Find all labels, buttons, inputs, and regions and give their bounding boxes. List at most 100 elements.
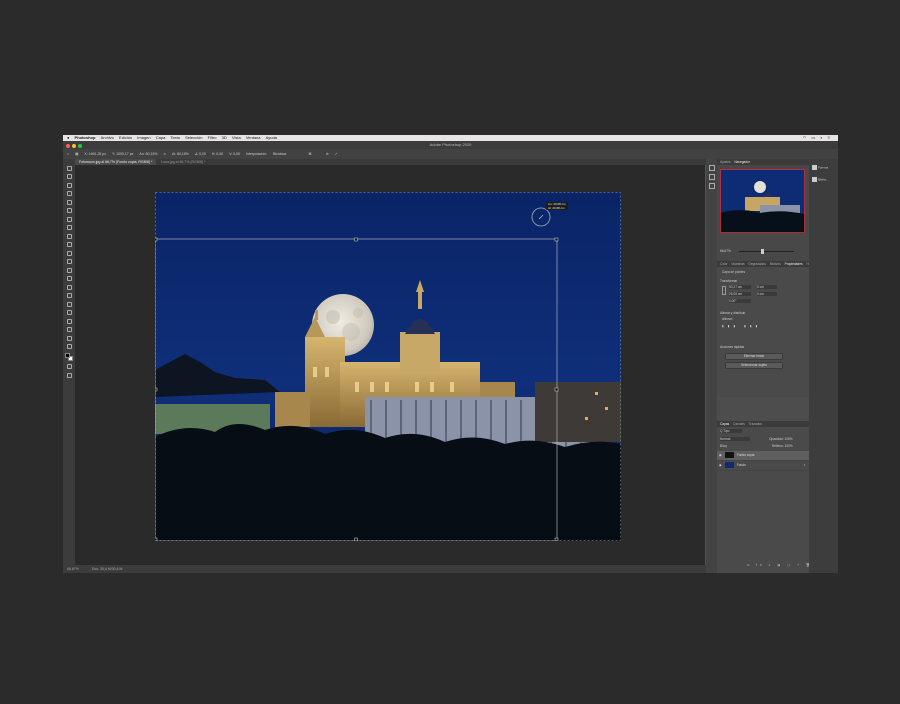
height-value[interactable]: 26,08 cm [729, 292, 751, 296]
transform-handle-top-right[interactable] [554, 237, 559, 242]
link-icon[interactable]: ∞ [164, 149, 167, 159]
marquee-tool-icon[interactable] [66, 174, 72, 179]
align-section-label[interactable]: Alinear y distribuir [720, 311, 745, 315]
layer-name: Fondo [736, 463, 746, 467]
tab-color[interactable]: Color [720, 262, 728, 266]
tooltip-height: Al: 20,08 cm [548, 206, 565, 210]
foreground-color-swatch[interactable] [65, 352, 70, 358]
interpolation-select[interactable]: Bicúbica [273, 149, 286, 159]
select-subject-button[interactable]: Seleccionar sujeto [725, 362, 783, 369]
options-bar: ⌂ ▦ X: 1661,25 px Y: 1093,17 px An: 80,1… [63, 149, 838, 159]
y-field[interactable]: Y: 1093,17 px [112, 149, 133, 159]
path-select-tool-icon[interactable] [66, 310, 72, 315]
history-brush-tool-icon[interactable] [66, 250, 72, 256]
fill-field[interactable]: Relleno: 100% [772, 444, 793, 448]
layer-thumbnail [724, 452, 734, 459]
tab-ajustes[interactable]: Ajustes [720, 160, 730, 164]
commit-icon[interactable]: ✓ [335, 149, 338, 159]
link-dimensions-icon[interactable] [722, 286, 726, 295]
blend-mode-select[interactable]: Normal [720, 437, 750, 441]
transform-handle-middle-right[interactable] [554, 387, 559, 392]
eyedropper-tool-icon[interactable] [66, 216, 72, 222]
layer-actions[interactable]: ∞ fx ◐ ▤ ▢ + 🗑 [747, 563, 813, 567]
tab-navegador[interactable]: Navegador [734, 160, 750, 164]
gradient-tool-icon[interactable] [66, 267, 72, 273]
eraser-tool-icon[interactable] [66, 259, 72, 264]
dock-bibliotecas[interactable]: Bibliot... [812, 177, 829, 182]
transform-handle-top-center[interactable] [354, 237, 358, 242]
clone-source-icon[interactable] [708, 183, 715, 189]
navigator-thumbnail[interactable] [720, 169, 805, 233]
x-field[interactable]: X: 1661,25 px [84, 149, 106, 159]
tab-propiedades[interactable]: Propiedades [785, 262, 803, 266]
lasso-tool-icon[interactable] [66, 182, 72, 188]
status-zoom[interactable]: 66,67% [67, 567, 79, 571]
width-value[interactable]: 50,27 cm [729, 285, 751, 289]
document-canvas[interactable]: An: 20,08 cm Al: 20,08 cm [155, 192, 621, 541]
layer-row-fondo[interactable]: ◉ Fondo ▪ [717, 461, 809, 471]
stamp-tool-icon[interactable] [66, 242, 72, 247]
layer-name: Fondo copia [736, 453, 755, 457]
opacity-field[interactable]: Opacidad: 100% [769, 437, 793, 441]
quick-mask-icon[interactable] [66, 364, 72, 369]
tab-capas[interactable]: Capas [720, 422, 729, 426]
x-value[interactable]: 0 cm [757, 285, 777, 289]
tab-degradados[interactable]: Degradados [749, 262, 766, 266]
color-swatches[interactable] [65, 352, 73, 361]
remove-background-button[interactable]: Eliminar fondo [725, 353, 783, 360]
navigator-zoom-thumb[interactable] [761, 248, 764, 254]
edit-toolbar-icon[interactable] [66, 344, 72, 349]
reference-point-icon[interactable]: ▦ [75, 149, 78, 159]
navigator-zoom-slider[interactable] [739, 250, 794, 252]
eye-icon[interactable]: ◉ [719, 453, 722, 457]
blur-tool-icon[interactable] [66, 276, 72, 281]
y-value[interactable]: 0 cm [757, 292, 777, 296]
v-skew-field[interactable]: V: 0,00 [229, 149, 240, 159]
quick-select-tool-icon[interactable] [66, 191, 72, 196]
night-cathedral-moon-photo [155, 192, 621, 541]
move-tool-icon[interactable] [66, 165, 72, 171]
align-buttons[interactable]: ▮▮▮ ▮▮▮ [722, 324, 761, 328]
layer-row-fondo-copia[interactable]: ◉ Fondo copia [717, 451, 809, 461]
shape-tool-icon[interactable] [66, 318, 72, 324]
brush-settings-icon[interactable] [708, 174, 715, 180]
tab-motivos[interactable]: Motivos [770, 262, 781, 266]
height-field[interactable]: Al: 80,15% [172, 149, 189, 159]
angle-value[interactable]: 0,00° [729, 299, 751, 303]
right-dock: Formas Bibliot... [809, 159, 838, 573]
cancel-icon[interactable]: ⊘ [326, 149, 329, 159]
navigator-zoom[interactable]: 66,67% [720, 249, 731, 253]
close-window-button[interactable] [66, 144, 70, 148]
angle-field[interactable]: ∡ 0,00 [195, 149, 206, 159]
tab-muestras[interactable]: Muestras [732, 262, 745, 266]
h-skew-field[interactable]: H: 0,00 [212, 149, 223, 159]
home-icon[interactable]: ⌂ [67, 149, 69, 159]
zoom-tool-icon[interactable] [66, 335, 72, 341]
tab-canales[interactable]: Canales [733, 422, 745, 426]
type-tool-icon[interactable] [66, 301, 72, 307]
minimize-window-button[interactable] [72, 144, 76, 148]
width-field[interactable]: An: 80,15% [139, 149, 157, 159]
transform-section-label[interactable]: Transformar [720, 279, 737, 283]
dodge-tool-icon[interactable] [66, 284, 72, 290]
transform-tooltip: An: 20,08 cm Al: 20,08 cm [546, 202, 568, 210]
eye-icon[interactable]: ◉ [719, 463, 722, 467]
tab-trazados[interactable]: Trazados [749, 422, 762, 426]
properties-panel: Capa de píxeles Transformar 50,27 cm 0 c… [717, 267, 809, 397]
layer-filter-select[interactable]: Q Tipo [720, 429, 742, 433]
hand-tool-icon[interactable] [66, 327, 72, 332]
zoom-window-button[interactable] [78, 144, 82, 148]
healing-tool-icon[interactable] [66, 225, 72, 230]
history-panel-icon[interactable] [708, 165, 715, 171]
screen-mode-icon[interactable] [66, 372, 72, 378]
quick-actions-label[interactable]: Acciones rápidas [720, 345, 744, 349]
status-bar: 66,67% Doc: 30,6 M/30,6 M [63, 565, 706, 573]
warp-icon[interactable]: ⌘ [308, 149, 312, 159]
frame-tool-icon[interactable] [66, 208, 72, 213]
pen-tool-icon[interactable] [66, 293, 72, 298]
brush-tool-icon[interactable] [66, 233, 72, 239]
crop-tool-icon[interactable] [66, 199, 72, 205]
canvas-area[interactable]: An: 20,08 cm Al: 20,08 cm [75, 165, 705, 565]
photoshop-window: ● Photoshop Archivo Edición Imagen Capa … [63, 135, 838, 573]
dock-formas[interactable]: Formas [812, 165, 828, 170]
